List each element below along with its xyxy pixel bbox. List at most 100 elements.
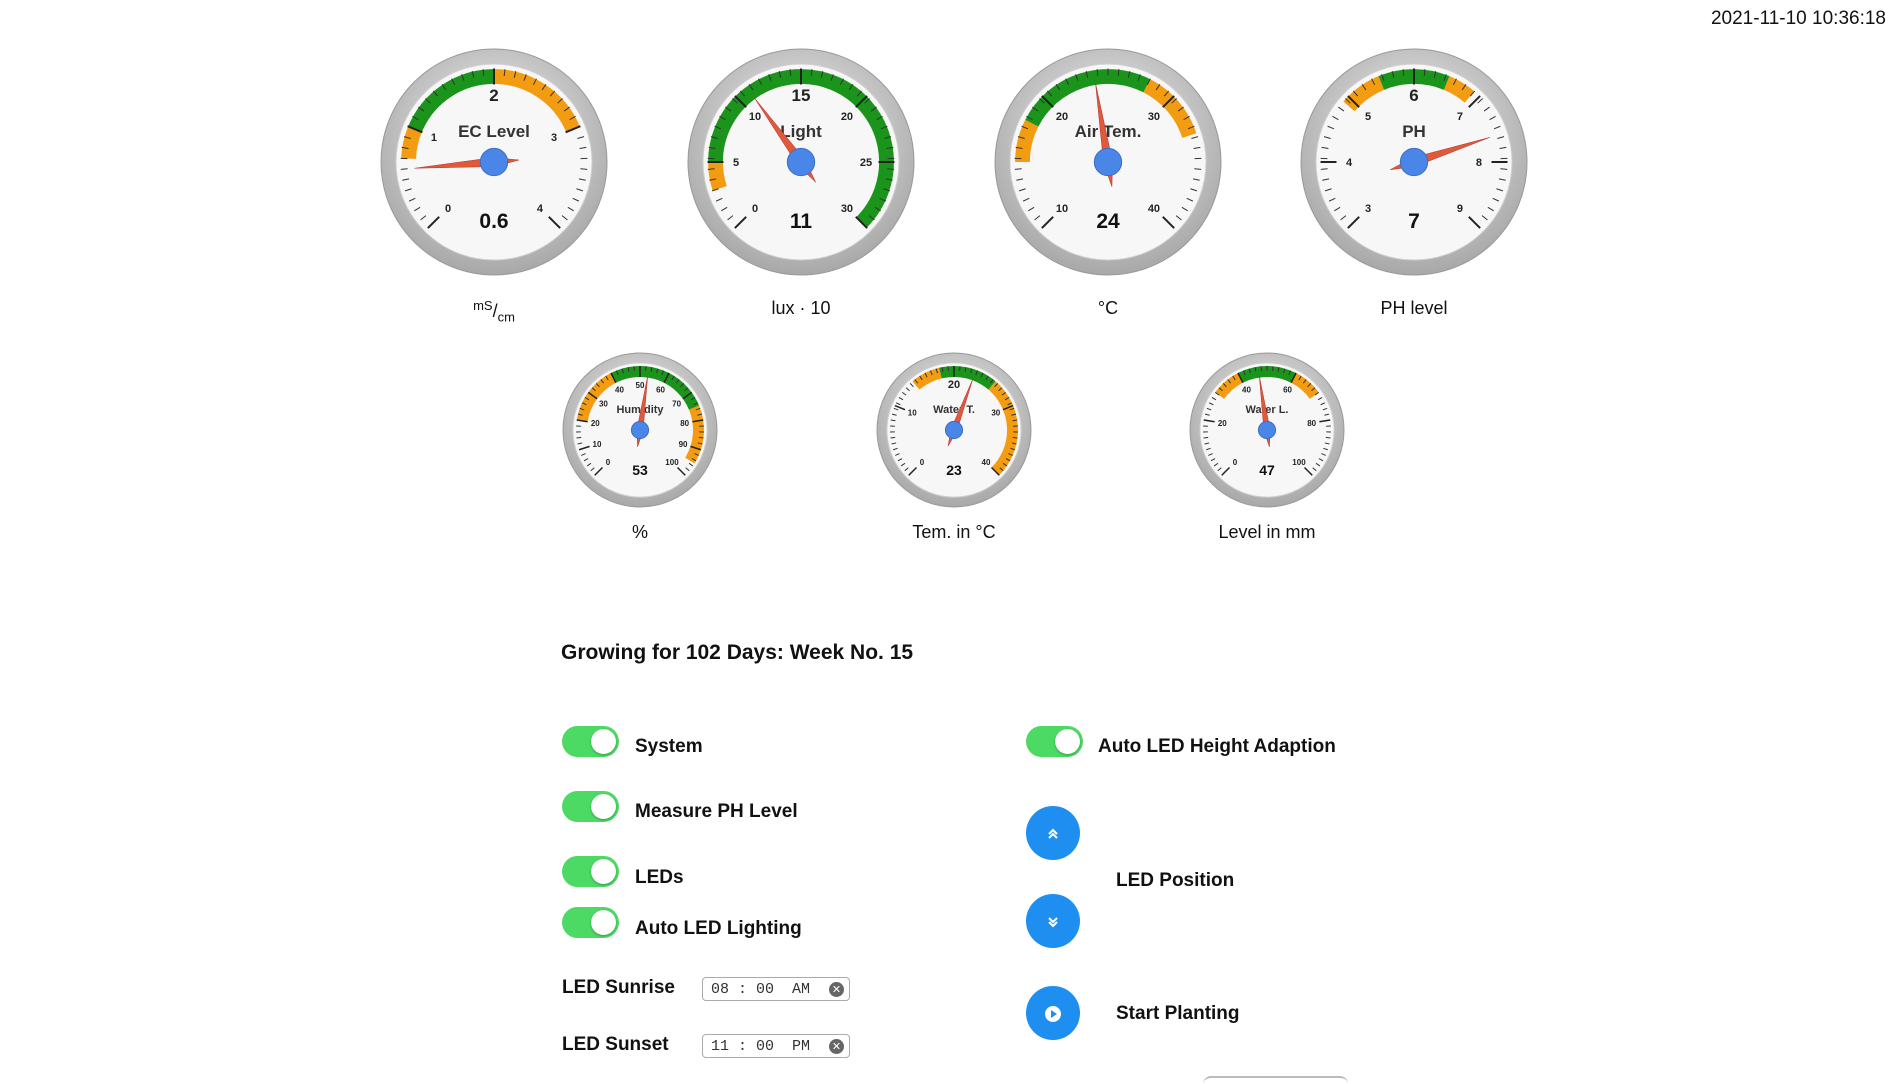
measure-ph-toggle[interactable] <box>562 791 619 822</box>
ph-gauge: 3456789PH7 <box>1300 48 1528 276</box>
gauge-zone <box>716 162 720 188</box>
play-icon <box>1044 1003 1062 1022</box>
led-sunrise-label: LED Sunrise <box>562 977 675 999</box>
gauge-tick-label: 0 <box>752 203 758 215</box>
led-sunset-input[interactable]: 11 : 00 PM ✕ <box>702 1034 850 1058</box>
gauge-value: 47 <box>1259 462 1275 478</box>
gauge-tick-label: 100 <box>665 458 679 467</box>
gauge-minor-tick <box>708 169 715 170</box>
gauge-tick-label: 7 <box>1457 111 1463 123</box>
gauge-tick-label: 4 <box>537 203 544 215</box>
gauge-tick-label: 40 <box>982 458 991 467</box>
gauge-tick-label: 8 <box>1476 157 1482 169</box>
gauge-tick-label: 10 <box>1056 203 1068 215</box>
leds-label: LEDs <box>635 867 684 889</box>
gauge-tick-label: 0 <box>606 458 611 467</box>
water-level-gauge: 020406080100Water L.47 <box>1189 352 1345 508</box>
auto-led-lighting-label: Auto LED Lighting <box>635 918 802 940</box>
ec-level-unit: mS/cm <box>444 298 544 325</box>
gauge-hub <box>480 148 507 175</box>
auto-led-height-toggle[interactable] <box>1026 726 1083 757</box>
clear-icon[interactable]: ✕ <box>829 982 844 997</box>
toggle-knob <box>1055 729 1080 754</box>
gauge-tick-label: 20 <box>841 111 853 123</box>
gauge-minor-tick <box>1500 169 1507 170</box>
start-planting-button[interactable] <box>1026 986 1080 1040</box>
leds-toggle[interactable] <box>562 856 619 887</box>
gauge-tick-label: 60 <box>1283 386 1292 395</box>
gauge-minor-tick <box>891 437 896 438</box>
gauge-minor-tick <box>577 437 582 438</box>
gauge-tick-label: 40 <box>1242 386 1251 395</box>
gauge-tick-label: 10 <box>749 111 761 123</box>
gauge-tick-label: 25 <box>860 157 872 169</box>
gauge-tick-label: 10 <box>593 440 602 449</box>
gauge-tick-label: 20 <box>591 419 600 428</box>
led-up-button[interactable] <box>1026 806 1080 860</box>
gauge-hub <box>631 421 648 438</box>
gauge-dial: 01234EC Level0.6 <box>380 48 608 276</box>
gauge-minor-tick <box>1321 169 1328 170</box>
start-planting-label: Start Planting <box>1116 1003 1240 1025</box>
system-toggle[interactable] <box>562 726 619 757</box>
gauge-tick-label: 40 <box>615 386 624 395</box>
gauge-tick-label: 20 <box>1218 419 1227 428</box>
gauge-tick-label: 3 <box>551 132 557 144</box>
led-sunrise-value: 08 : 00 AM <box>711 981 810 998</box>
gauge-tick-label: 5 <box>733 157 739 169</box>
gauge-value: 24 <box>1096 210 1120 233</box>
gauge-dial: 3456789PH7 <box>1300 48 1528 276</box>
gauge-minor-tick <box>1013 437 1018 438</box>
gauge-hub <box>1400 148 1427 175</box>
led-sunrise-input[interactable]: 08 : 00 AM ✕ <box>702 977 850 1001</box>
ec-level-gauge: 01234EC Level0.6 <box>380 48 608 276</box>
gauge-hub <box>945 421 962 438</box>
gauge-tick-label: 20 <box>948 379 960 391</box>
gauge-hub <box>1258 421 1275 438</box>
auto-led-lighting-toggle[interactable] <box>562 907 619 938</box>
led-down-button[interactable] <box>1026 894 1080 948</box>
datetime: 2021-11-10 10:36:18 <box>1711 8 1886 30</box>
gauge-title: Water T. <box>933 404 975 416</box>
gauge-tick-label: 3 <box>1365 203 1371 215</box>
humidity-unit: % <box>580 522 700 543</box>
toggle-knob <box>591 729 616 754</box>
partial-element <box>1203 1076 1348 1084</box>
gauge-tick-label: 0 <box>1233 458 1238 467</box>
gauge-tick-label: 5 <box>1365 111 1371 123</box>
light-gauge: 051015202530Light11 <box>687 48 915 276</box>
gauge-minor-tick <box>1326 437 1331 438</box>
gauge-dial: 10203040Air Tem.24 <box>994 48 1222 276</box>
toggle-knob <box>591 910 616 935</box>
gauge-title: Air Tem. <box>1075 122 1142 141</box>
toggle-knob <box>591 859 616 884</box>
gauge-tick-label: 30 <box>841 203 853 215</box>
gauge-tick-label: 6 <box>1409 86 1418 105</box>
gauge-minor-tick <box>401 169 408 170</box>
air-temperature-unit: °C <box>1038 298 1178 319</box>
gauge-tick-label: 60 <box>656 386 665 395</box>
auto-led-height-label: Auto LED Height Adaption <box>1098 736 1336 758</box>
gauge-dial: 020406080100Water L.47 <box>1189 352 1345 508</box>
gauge-tick-label: 80 <box>1307 419 1316 428</box>
gauge-minor-tick <box>1194 169 1201 170</box>
gauge-tick-label: 0 <box>920 458 925 467</box>
growing-status: Growing for 102 Days: Week No. 15 <box>561 641 913 665</box>
gauge-tick-label: 50 <box>636 381 645 390</box>
gauge-value: 53 <box>632 462 648 478</box>
measure-ph-label: Measure PH Level <box>635 801 798 823</box>
gauge-tick-label: 40 <box>1148 203 1160 215</box>
water-level-unit: Level in mm <box>1197 522 1337 543</box>
gauge-value: 11 <box>790 210 813 233</box>
gauge-minor-tick <box>1015 169 1022 170</box>
gauge-minor-tick <box>887 169 894 170</box>
humidity-gauge: 0102030405060708090100Humidity53 <box>562 352 718 508</box>
led-sunset-label: LED Sunset <box>562 1034 669 1056</box>
ph-unit: PH level <box>1344 298 1484 319</box>
clear-icon[interactable]: ✕ <box>829 1039 844 1054</box>
gauge-tick-label: 90 <box>679 440 688 449</box>
light-unit: lux · 10 <box>731 298 871 319</box>
chevron-double-up-icon <box>1046 823 1060 842</box>
gauge-hub <box>787 148 814 175</box>
gauge-tick-label: 30 <box>991 409 1000 418</box>
